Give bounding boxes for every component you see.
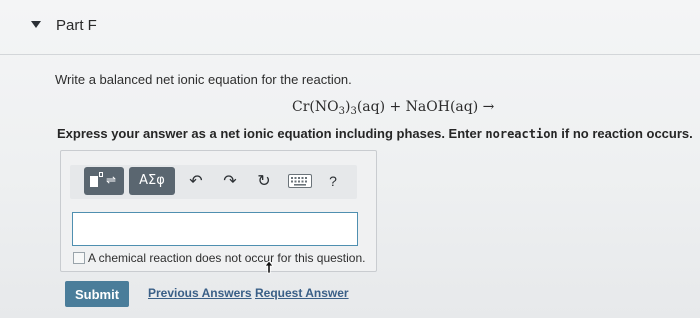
reset-icon[interactable]: ↻ xyxy=(253,170,275,192)
answer-instruction: Express your answer as a net ionic equat… xyxy=(57,126,693,141)
template-button[interactable]: ⇌ xyxy=(84,167,124,195)
reaction-reactant-cr: Cr(NO xyxy=(292,99,339,115)
submit-button[interactable]: Submit xyxy=(65,281,129,307)
question-panel: Part F Write a balanced net ionic equati… xyxy=(0,0,700,318)
answer-input[interactable] xyxy=(72,212,358,246)
mouse-cursor-icon xyxy=(264,261,274,274)
undo-icon[interactable]: ↶ xyxy=(185,170,207,192)
request-answer-link[interactable]: Request Answer xyxy=(255,286,349,300)
divider xyxy=(0,54,700,55)
part-header[interactable]: Part F xyxy=(0,0,700,56)
no-reaction-option[interactable]: A chemical reaction does not occur for t… xyxy=(73,251,365,265)
no-reaction-checkbox[interactable] xyxy=(73,252,85,264)
question-prompt: Write a balanced net ionic equation for … xyxy=(55,72,352,87)
no-reaction-label[interactable]: A chemical reaction does not occur for t… xyxy=(88,251,365,265)
reaction-rest: (aq) + NaOH(aq) → xyxy=(356,99,495,115)
keyboard-icon[interactable] xyxy=(287,170,313,192)
greek-symbols-button[interactable]: ΑΣφ xyxy=(129,167,175,195)
previous-answers-link[interactable]: Previous Answers xyxy=(148,286,252,300)
redo-icon[interactable]: ↷ xyxy=(219,170,241,192)
reaction-equation: Cr(NO3)3(aq) + NaOH(aq) → xyxy=(292,99,494,117)
help-icon[interactable]: ? xyxy=(322,170,344,192)
caret-down-icon[interactable] xyxy=(31,21,41,28)
instruction-text-1: Express your answer as a net ionic equat… xyxy=(57,126,486,141)
instruction-code: noreaction xyxy=(485,127,558,141)
part-title: Part F xyxy=(56,17,97,34)
instruction-text-2: if no reaction occurs. xyxy=(557,126,693,141)
